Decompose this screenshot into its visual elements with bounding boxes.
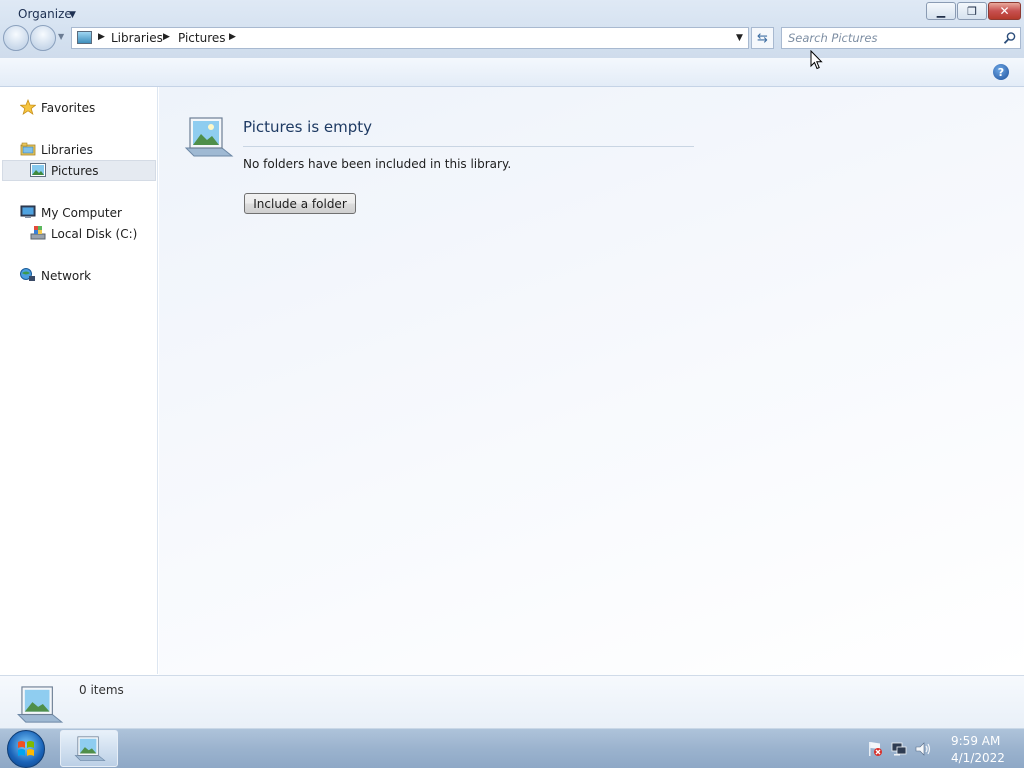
search-input[interactable] — [788, 31, 988, 45]
computer-icon — [20, 205, 36, 218]
nav-item-network[interactable]: Network — [41, 269, 91, 283]
nav-item-my-computer[interactable]: My Computer — [41, 206, 122, 220]
minimize-icon: ▁ — [936, 4, 946, 18]
restore-icon: ❐ — [967, 4, 977, 18]
close-icon: ✕ — [999, 4, 1010, 18]
volume-icon[interactable] — [914, 740, 932, 758]
restore-button[interactable]: ❐ — [957, 2, 987, 20]
content-area — [159, 87, 1024, 675]
local-disk-icon — [30, 226, 46, 240]
command-bar — [0, 58, 1024, 87]
libraries-icon — [20, 142, 36, 156]
item-count: 0 items — [79, 683, 124, 697]
clock-date[interactable]: 4/1/2022 — [951, 751, 1005, 765]
details-pane — [0, 675, 1024, 728]
windows-logo-icon — [18, 741, 34, 756]
nav-item-libraries[interactable]: Libraries — [41, 143, 93, 157]
address-bar[interactable]: ▶ Libraries ▶ Pictures ▶ ▼ — [71, 27, 749, 49]
help-icon[interactable]: ? — [993, 64, 1009, 80]
clock-time[interactable]: 9:59 AM — [951, 734, 1000, 748]
breadcrumb-libraries[interactable]: Libraries — [111, 31, 163, 45]
mouse-cursor-icon — [810, 50, 823, 70]
include-folder-button[interactable]: Include a folder — [244, 193, 356, 214]
empty-library-message: No folders have been included in this li… — [243, 157, 512, 171]
taskbar-explorer-button[interactable] — [60, 730, 118, 767]
chevron-down-icon[interactable]: ▼ — [736, 33, 743, 43]
pictures-library-large-icon — [184, 117, 234, 157]
nav-item-local-disk[interactable]: Local Disk (C:) — [51, 227, 137, 241]
action-center-flag-icon[interactable] — [866, 740, 884, 758]
recent-pages-dropdown-icon[interactable]: ▼ — [58, 32, 64, 41]
empty-library-title: Pictures is empty — [243, 118, 373, 136]
star-icon — [20, 99, 36, 115]
nav-item-pictures[interactable]: Pictures — [51, 164, 99, 178]
refresh-icon: ⇆ — [757, 30, 768, 46]
breadcrumb-separator-icon[interactable]: ▶ — [98, 32, 105, 42]
search-icon[interactable] — [1003, 31, 1017, 45]
close-button[interactable]: ✕ — [988, 2, 1021, 20]
start-button[interactable] — [7, 730, 45, 768]
pictures-library-icon — [77, 31, 92, 44]
organize-button[interactable]: Organize — [18, 7, 72, 21]
network-icon — [20, 268, 35, 281]
pictures-icon — [30, 163, 46, 177]
refresh-button[interactable]: ⇆ — [751, 27, 774, 49]
chevron-down-icon[interactable]: ▼ — [69, 10, 76, 20]
search-box[interactable] — [781, 27, 1021, 49]
breadcrumb-pictures[interactable]: Pictures — [178, 31, 226, 45]
minimize-button[interactable]: ▁ — [926, 2, 956, 20]
breadcrumb-separator-icon[interactable]: ▶ — [229, 32, 236, 42]
forward-button[interactable] — [30, 25, 56, 51]
nav-item-favorites[interactable]: Favorites — [41, 101, 95, 115]
explorer-window-icon — [74, 736, 106, 761]
breadcrumb-separator-icon[interactable]: ▶ — [163, 32, 170, 42]
network-status-icon[interactable] — [890, 740, 908, 758]
back-button[interactable] — [3, 25, 29, 51]
pictures-library-details-icon — [17, 686, 64, 723]
title-divider — [243, 146, 694, 147]
